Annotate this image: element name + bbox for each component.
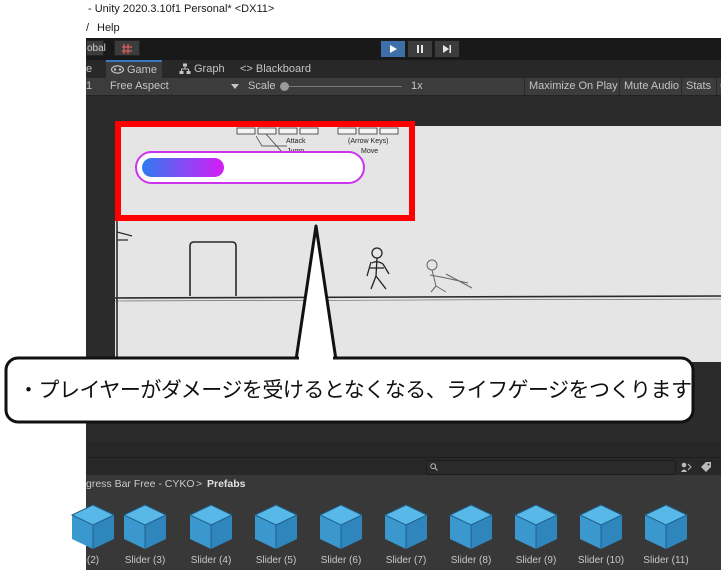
breadcrumb-separator: > (196, 478, 203, 490)
asset-label: Slider (11) (643, 555, 689, 566)
asset-label: Slider (6) (320, 555, 362, 566)
label-tag-icon[interactable] (700, 461, 712, 473)
prefab-cube-icon (643, 504, 689, 549)
prefab-cube-icon (513, 504, 559, 549)
prefab-cube-icon (383, 504, 429, 549)
asset-label: Slider (7) (385, 555, 427, 566)
breadcrumb-current[interactable]: Prefabs (207, 478, 246, 490)
breadcrumb-parent[interactable]: gress Bar Free - CYKO (86, 478, 195, 490)
player-character (366, 247, 390, 290)
search-icon (430, 463, 438, 471)
prefab-cube-icon (578, 504, 624, 549)
asset-label: Slider (4) (190, 555, 232, 566)
life-gauge-fill (142, 158, 224, 177)
panel-divider (86, 441, 721, 457)
prefab-cube-icon (253, 504, 299, 549)
project-toolbar (86, 457, 721, 476)
prefab-cube-icon (122, 504, 168, 549)
asset-label: Slider (10) (577, 555, 625, 566)
breadcrumb: gress Bar Free - CYKO > Prefabs (86, 475, 721, 493)
left-ledge (116, 231, 133, 241)
life-gauge-frame (135, 151, 365, 184)
prefab-cube-icon (70, 504, 116, 549)
filter-by-type-icon[interactable] (680, 461, 692, 473)
enemy-character (426, 259, 473, 293)
ground-line-shadow (114, 298, 721, 302)
asset-label: Slider (5) (255, 555, 297, 566)
prefab-cube-icon (318, 504, 364, 549)
project-search-input[interactable] (426, 460, 676, 475)
asset-label: Slider (3) (124, 555, 166, 566)
prefab-cube-icon (448, 504, 494, 549)
box-platform (189, 241, 237, 296)
asset-label: Slider (8) (450, 555, 492, 566)
asset-label: Slider (9) (515, 555, 557, 566)
callout-text: ・プレイヤーがダメージを受けるとなくなる、ライフゲージをつくります (18, 378, 692, 402)
ground-line (114, 295, 721, 299)
prefab-cube-icon (188, 504, 234, 549)
callout-pointer (294, 224, 338, 362)
